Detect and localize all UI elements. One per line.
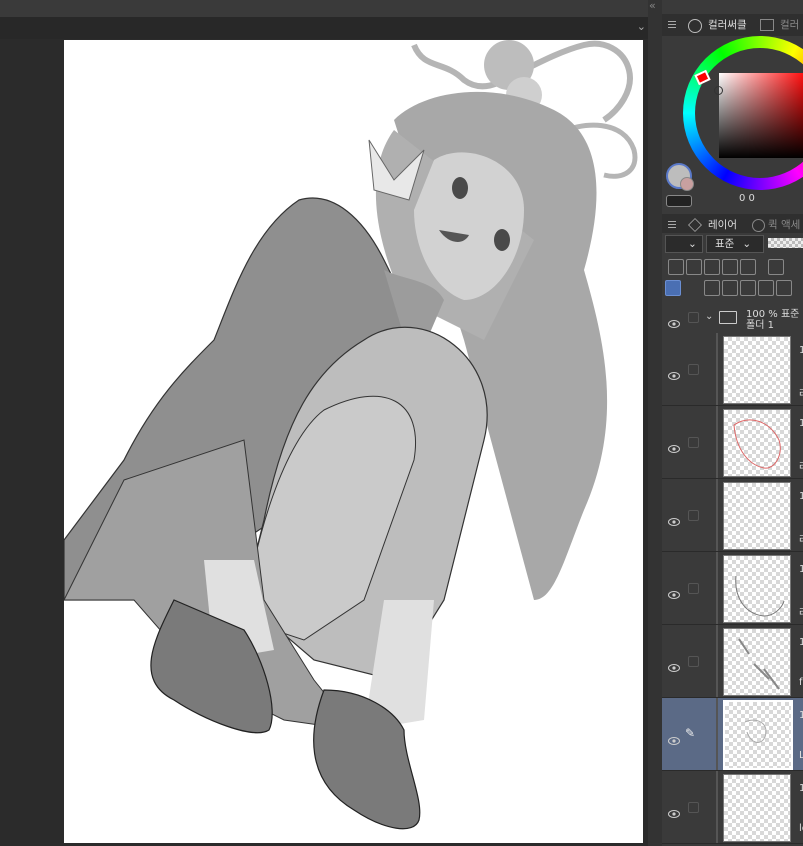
layer-name: fa [799, 677, 803, 688]
clip-icon[interactable] [668, 259, 684, 275]
layer-row-selected[interactable]: ✎ 1 L [662, 698, 803, 771]
color-values: 0 0 [739, 193, 755, 204]
collapse-panel-icon[interactable]: « [649, 0, 656, 12]
color-circle-panel: 0 0 [662, 36, 803, 212]
artwork [64, 40, 638, 830]
layer-name: lo [799, 823, 803, 834]
color-tab-row: 컬러써클 컬러 [662, 14, 803, 36]
layer-check[interactable] [688, 312, 699, 323]
layer-thumbnail [723, 774, 791, 842]
menu-icon[interactable] [668, 19, 676, 29]
layer-color-dropdown[interactable]: ⌄ [665, 235, 703, 253]
layer-opacity: 1 [799, 710, 803, 721]
transparent-color-button[interactable] [666, 195, 692, 207]
layer-thumbnail [723, 409, 791, 477]
layer-opacity: 1 [799, 345, 803, 356]
layer-opacity: 1 [799, 418, 803, 429]
color-wheel-icon [688, 19, 702, 33]
mask-icon[interactable] [768, 259, 784, 275]
tab-layer[interactable]: 레이어 [708, 216, 737, 234]
folder-row[interactable]: ⌄ 100 % 표준 폴더 1 [662, 303, 803, 333]
eye-icon[interactable] [668, 730, 680, 745]
layer-name: 라 [799, 604, 803, 619]
layer-thumbnail [723, 555, 791, 623]
sub-color-swatch[interactable] [680, 177, 694, 191]
menu-icon[interactable] [668, 219, 676, 229]
layer-opacity: 1 [799, 637, 803, 648]
layer-check[interactable] [688, 583, 699, 594]
layer-opacity: 1 [799, 564, 803, 575]
layer-name: 라 [799, 385, 803, 400]
layer-check[interactable] [688, 437, 699, 448]
tab-color-set[interactable]: 컬러 [780, 16, 799, 34]
layer-row[interactable]: 1 라 [662, 479, 803, 552]
new-folder-icon[interactable] [740, 280, 756, 296]
layer-row[interactable]: 1 라 [662, 333, 803, 406]
eye-icon[interactable] [668, 511, 680, 526]
layer-row[interactable]: 1 fa [662, 625, 803, 698]
eye-icon[interactable] [668, 365, 680, 380]
quick-access-icon [752, 219, 765, 232]
layers-icon [688, 218, 702, 232]
eye-icon[interactable] [668, 657, 680, 672]
eye-icon[interactable] [668, 803, 680, 818]
new-raster-layer-icon[interactable] [704, 280, 720, 296]
folder-icon [719, 311, 737, 324]
layer-palette-toggle[interactable] [665, 280, 681, 296]
panel-divider[interactable]: « [648, 0, 662, 846]
merge-layer-icon[interactable] [776, 280, 792, 296]
layer-check[interactable] [688, 802, 699, 813]
layer-row[interactable]: 1 lo [662, 771, 803, 844]
lock-icon[interactable] [722, 259, 738, 275]
opacity-slider[interactable] [768, 238, 803, 248]
alpha-lock-icon[interactable] [740, 259, 756, 275]
saturation-value-square[interactable] [719, 73, 803, 158]
layer-name: 라 [799, 458, 803, 473]
layer-opacity: 1 [799, 783, 803, 794]
new-vector-layer-icon[interactable] [722, 280, 738, 296]
reference-icon[interactable] [686, 259, 702, 275]
chevron-down-icon[interactable]: ⌄ [637, 20, 646, 33]
sv-cursor[interactable] [714, 86, 723, 95]
copy-layer-icon[interactable] [758, 280, 774, 296]
layer-check[interactable] [688, 364, 699, 375]
eye-icon[interactable] [668, 438, 680, 453]
layer-row[interactable]: 1 라 [662, 406, 803, 479]
layer-thumbnail [723, 700, 793, 770]
tab-color-circle[interactable]: 컬러써클 [708, 16, 747, 34]
pen-icon: ✎ [685, 726, 696, 740]
blend-mode-value: 표준 [715, 238, 735, 250]
blend-mode-dropdown[interactable]: 표준 ⌄ [706, 235, 764, 253]
layer-thumbnail [723, 628, 791, 696]
eye-icon[interactable] [668, 313, 680, 328]
layer-thumbnail [723, 336, 791, 404]
color-set-icon [760, 19, 774, 31]
layer-opacity: 1 [799, 491, 803, 502]
drawing-canvas[interactable] [64, 40, 643, 843]
layer-check[interactable] [688, 656, 699, 667]
layer-name: L [799, 750, 803, 761]
layer-row[interactable]: 1 라 [662, 552, 803, 625]
tab-quick-access[interactable]: 퀵 액세 [768, 216, 800, 234]
pen-lock-icon[interactable] [704, 259, 720, 275]
eye-icon[interactable] [668, 584, 680, 599]
title-bar [0, 0, 648, 17]
layer-list: ⌄ 100 % 표준 폴더 1 1 라 1 라 1 라 1 라 [662, 303, 803, 846]
layer-check[interactable] [688, 510, 699, 521]
folder-name: 폴더 1 [746, 320, 774, 331]
layer-thumbnail [723, 482, 791, 550]
canvas-tab-bar: ⌄ [0, 17, 648, 40]
layer-toolbar: ⌄ 표준 ⌄ [662, 233, 803, 303]
chevron-down-icon[interactable]: ⌄ [705, 311, 713, 322]
layer-name: 라 [799, 531, 803, 546]
